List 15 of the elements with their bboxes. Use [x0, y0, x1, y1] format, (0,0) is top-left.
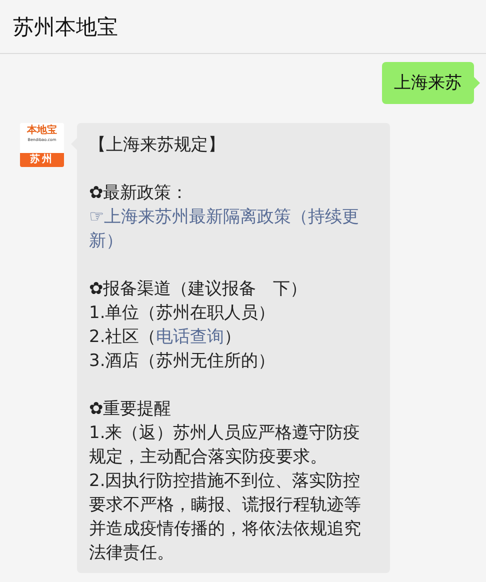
message-text: 【上海来苏规定】 [89, 134, 226, 157]
message-link[interactable]: 电话查询 [156, 327, 224, 347]
logo-text: 本地宝 [26, 126, 58, 136]
message-text: ✿重要提醒 [89, 398, 172, 421]
bubble-tail [474, 77, 480, 89]
message-text: ✿报备渠道（建议报备 下） [89, 278, 308, 301]
message-text: 2.因执行防控措施不到位、落实防控要求不严格，瞒报、谎报行程轨迹等并造成疫情传播的，将依法依规追究法律责任。 [89, 470, 362, 565]
logo-city: 苏州 [20, 153, 64, 167]
message-text: 1.来（返）苏州人员应严格遵守防疫规定，主动配合落实防疫要求。 [89, 422, 362, 469]
message-text: 2.社区（电话查询） [89, 326, 242, 349]
message-text: ✿最新政策： [89, 182, 190, 205]
message-link[interactable]: ☞上海来苏州最新隔离政策（持续更新） [89, 205, 376, 253]
message-text: 1.单位（苏州在职人员） [89, 302, 276, 325]
message-text: 3.酒店（苏州无住所的） [89, 350, 276, 373]
chat-title: 苏州本地宝 [13, 17, 118, 38]
